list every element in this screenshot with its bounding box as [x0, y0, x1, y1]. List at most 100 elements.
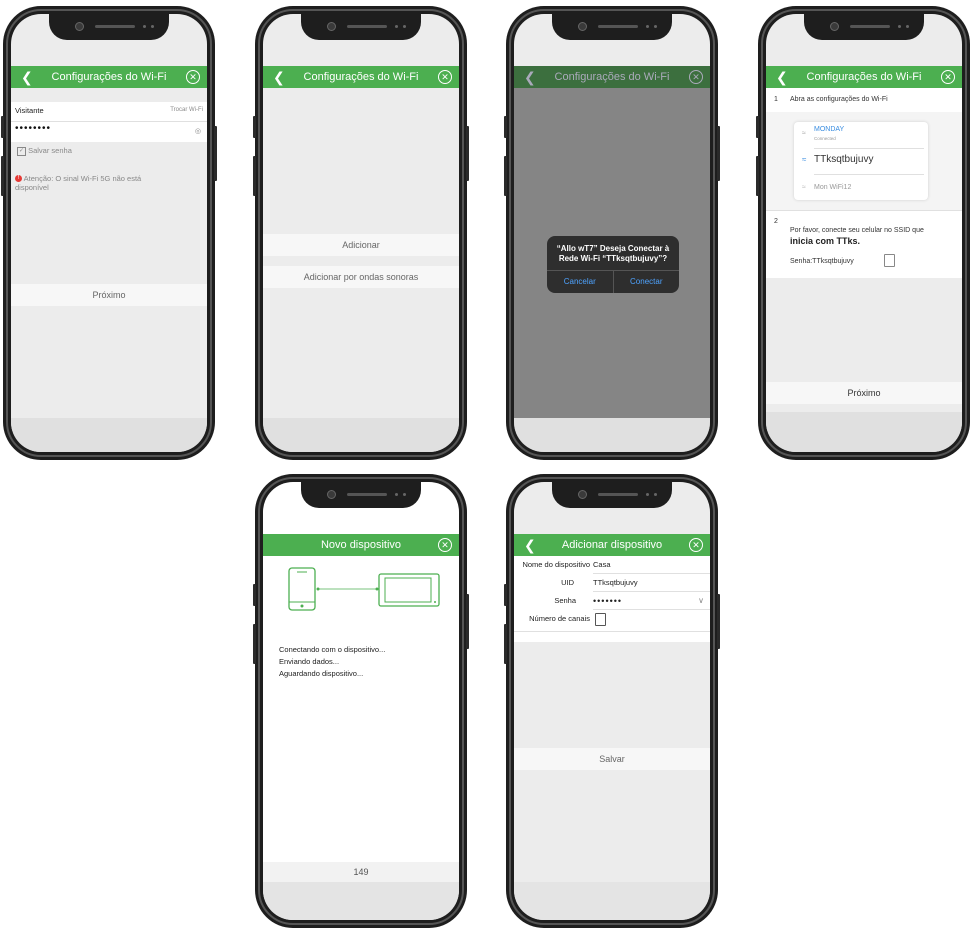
status-line: Enviando dados... [279, 657, 340, 666]
phone-side-button [756, 116, 759, 138]
phone-notch [552, 482, 672, 508]
phone-frame-1: ❮ Configurações do Wi-Fi ✕ Visitante Tro… [1, 6, 217, 460]
phone-side-button [504, 156, 507, 196]
channels-row: Número de canais [514, 610, 710, 632]
wifi-list-illustration: ≈ MONDAY Connected ≈ TTksqtbujuvy ≈ Mon … [794, 122, 928, 200]
bottom-area [514, 882, 710, 920]
phone-frame-5: Novo dispositivo ✕ Conectando com o disp… [253, 474, 469, 928]
bottom-area [263, 882, 459, 920]
header-title: Configurações do Wi-Fi [303, 71, 419, 83]
header-bar: ❮ Configurações do Wi-Fi ✕ [11, 66, 207, 88]
wifi-network-name: TTksqtbujuvy [814, 154, 874, 165]
cancel-button[interactable]: Cancelar [547, 271, 614, 293]
phone-icon [288, 567, 316, 611]
header-title: Configurações do Wi-Fi [554, 71, 670, 83]
change-wifi-link[interactable]: Trocar Wi-Fi [170, 107, 203, 113]
password-input[interactable]: ••••••• [593, 592, 622, 610]
back-icon[interactable]: ❮ [524, 534, 536, 556]
phone-side-button [214, 126, 217, 181]
phone-side-button [253, 156, 256, 196]
monitor-icon [378, 573, 440, 607]
header-title: Adicionar dispositivo [561, 539, 663, 551]
connect-button[interactable]: Conectar [614, 271, 680, 293]
close-icon[interactable]: ✕ [941, 70, 955, 84]
screen-new-device: Novo dispositivo ✕ Conectando com o disp… [263, 482, 459, 920]
password-label: Senha [554, 596, 576, 605]
copy-icon[interactable] [884, 254, 895, 267]
eye-icon[interactable]: ◎ [195, 127, 201, 135]
phone-side-button [253, 116, 256, 138]
wifi-icon: ≈ [802, 130, 806, 137]
bottom-area [263, 418, 459, 452]
uid-label: UID [561, 578, 574, 587]
uid-row: UID TTksqtbujuvy [514, 574, 710, 592]
next-button[interactable]: Próximo [11, 284, 207, 306]
phone-side-button [253, 624, 256, 664]
header-title: Configurações do Wi-Fi [51, 71, 167, 83]
bottom-area [766, 412, 962, 452]
close-icon[interactable]: ✕ [689, 538, 703, 552]
wifi-network-name: MONDAY [814, 126, 845, 133]
phone-side-button [717, 126, 720, 181]
save-password-row[interactable]: ✓ Salvar senha [17, 146, 72, 156]
close-icon[interactable]: ✕ [438, 70, 452, 84]
back-icon[interactable]: ❮ [776, 66, 788, 88]
device-name-label: Nome do dispositivo [522, 560, 590, 569]
connect-dialog: “Allo wT7” Deseja Conectar à Rede Wi-Fi … [547, 236, 679, 293]
back-icon[interactable]: ❮ [273, 66, 285, 88]
screen-wifi-settings: ❮ Configurações do Wi-Fi ✕ Visitante Tro… [11, 14, 207, 452]
phone-side-button [504, 624, 507, 664]
wifi-network-status: Connected [814, 136, 836, 141]
checkbox-icon[interactable]: ✓ [17, 146, 26, 156]
phone-frame-2: ❮ Configurações do Wi-Fi ✕ Adicionar Adi… [253, 6, 469, 460]
phone-to-monitor-illustration [288, 567, 440, 611]
save-password-label: Salvar senha [28, 146, 72, 155]
header-bar: ❮ Configurações do Wi-Fi ✕ [766, 66, 962, 88]
password-field[interactable]: •••••••• [15, 123, 51, 134]
close-icon[interactable]: ✕ [438, 538, 452, 552]
back-icon[interactable]: ❮ [21, 66, 33, 88]
header-bar: ❮ Adicionar dispositivo ✕ [514, 534, 710, 556]
add-by-sound-button[interactable]: Adicionar por ondas sonoras [263, 266, 459, 288]
screen-add-device: ❮ Adicionar dispositivo ✕ Nome do dispos… [514, 482, 710, 920]
device-name-input[interactable]: Casa [593, 556, 611, 574]
channels-selector-icon[interactable] [595, 613, 606, 626]
phone-notch [804, 14, 924, 40]
instructions-panel: 1 Abra as configurações do Wi-Fi ≈ MONDA… [766, 88, 962, 278]
close-icon[interactable]: ✕ [186, 70, 200, 84]
screen-wifi-instructions: ❮ Configurações do Wi-Fi ✕ 1 Abra as con… [766, 14, 962, 452]
screen-connect-alert: ❮ Configurações do Wi-Fi ✕ “Allo wT7” De… [514, 14, 710, 452]
wifi-network-name: Mon WiFi12 [814, 184, 852, 191]
add-button[interactable]: Adicionar [263, 234, 459, 256]
status-line: Conectando com o dispositivo... [279, 645, 386, 654]
phone-side-button [466, 594, 469, 649]
uid-input[interactable]: TTksqtbujuvy [593, 574, 638, 592]
step1-number: 1 [774, 96, 778, 103]
device-name-row: Nome do dispositivo Casa [514, 556, 710, 574]
device-form: Nome do dispositivo Casa UID TTksqtbujuv… [514, 556, 710, 642]
wifi-password-label: Senha:TTksqtbujuvy [790, 258, 854, 265]
step2-bold-text: inicia com TTks. [790, 236, 861, 246]
phone-frame-6: ❮ Adicionar dispositivo ✕ Nome do dispos… [504, 474, 720, 928]
countdown-counter: 149 [263, 862, 459, 882]
phone-side-button [253, 584, 256, 606]
phone-side-button [504, 584, 507, 606]
network-name: Visitante [15, 106, 44, 115]
wifi-form: Visitante Trocar Wi-Fi •••••••• ◎ [11, 102, 207, 142]
save-button[interactable]: Salvar [514, 748, 710, 770]
step1-text: Abra as configurações do Wi-Fi [790, 96, 888, 103]
phone-side-button [1, 116, 4, 138]
header-title: Configurações do Wi-Fi [806, 71, 922, 83]
header-bar: ❮ Configurações do Wi-Fi ✕ [514, 66, 710, 88]
header-bar: Novo dispositivo ✕ [263, 534, 459, 556]
phone-side-button [466, 126, 469, 181]
phone-notch [301, 14, 421, 40]
wifi-icon: ≈ [802, 184, 806, 191]
channels-label: Número de canais [529, 614, 590, 623]
chevron-down-icon[interactable]: ∨ [698, 592, 704, 610]
next-button[interactable]: Próximo [766, 382, 962, 404]
screen-add-method: ❮ Configurações do Wi-Fi ✕ Adicionar Adi… [263, 14, 459, 452]
phone-side-button [717, 594, 720, 649]
warning-message: ! Atenção: O sinal Wi-Fi 5G não está dis… [15, 174, 165, 192]
status-list: Conectando com o dispositivo... Enviando… [279, 644, 385, 680]
